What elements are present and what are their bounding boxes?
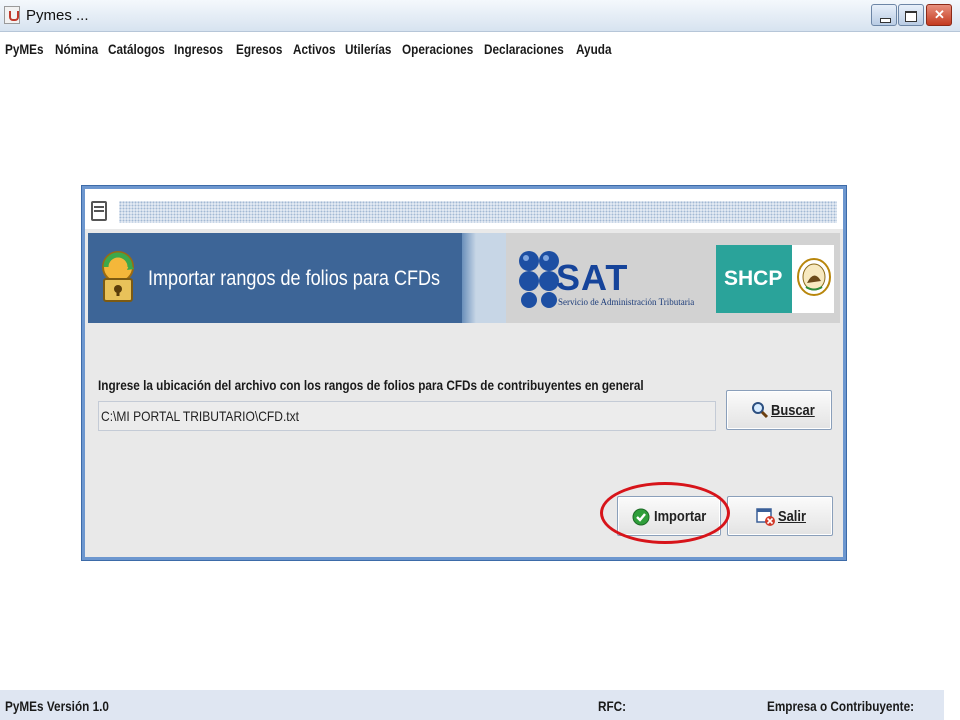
restore-button[interactable]: [898, 4, 924, 26]
app-window: Pymes ... PyMEs Nómina Catálogos Ingreso…: [0, 0, 960, 720]
rfc-label: RFC:: [598, 698, 627, 714]
sat-logo-subtitle: Servicio de Administración Tributaria: [558, 297, 695, 307]
menu-pymes[interactable]: PyMEs: [5, 41, 44, 57]
exit-window-icon: [756, 508, 775, 526]
menu-declaraciones[interactable]: Declaraciones: [484, 41, 564, 57]
sat-logo-text: SAT: [556, 257, 629, 298]
buscar-label: Buscar: [771, 402, 815, 419]
file-path-field[interactable]: [98, 401, 716, 431]
window-menu-icon[interactable]: [91, 201, 107, 221]
menu-egresos[interactable]: Egresos: [236, 41, 282, 57]
menubar: PyMEs Nómina Catálogos Ingresos Egresos …: [0, 33, 960, 65]
green-check-icon: [632, 508, 650, 526]
menu-ingresos[interactable]: Ingresos: [174, 41, 223, 57]
buscar-button[interactable]: Buscar: [726, 390, 832, 430]
dialog-titlebar[interactable]: [85, 189, 843, 229]
salir-label: Salir: [778, 508, 806, 525]
menu-operaciones[interactable]: Operaciones: [402, 41, 473, 57]
importar-label: Importar: [654, 508, 707, 525]
statusbar: PyMEs Versión 1.0 RFC: Empresa o Contrib…: [0, 690, 944, 720]
header-divider: [476, 233, 506, 323]
importar-button[interactable]: Importar: [617, 496, 721, 536]
dialog-drag-area[interactable]: [119, 201, 837, 223]
header-title-panel: Importar rangos de folios para CFDs: [88, 233, 476, 323]
menu-nomina[interactable]: Nómina: [55, 41, 98, 57]
window-titlebar: Pymes ...: [0, 0, 960, 32]
key-folder-icon: [102, 251, 134, 302]
menu-catalogos[interactable]: Catálogos: [108, 41, 165, 57]
salir-button[interactable]: Salir: [727, 496, 833, 536]
mexico-seal-icon: [797, 258, 831, 296]
close-button[interactable]: [926, 4, 952, 26]
import-folios-dialog: Importar rangos de folios para CFDs SAT …: [82, 186, 846, 560]
window-title: Pymes ...: [26, 7, 89, 24]
company-label: Empresa o Contribuyente:: [767, 698, 915, 714]
menu-utilerias[interactable]: Utilerías: [345, 41, 391, 57]
minimize-button[interactable]: [871, 4, 897, 26]
dialog-header-banner: Importar rangos de folios para CFDs SAT …: [88, 233, 840, 323]
menu-ayuda[interactable]: Ayuda: [576, 41, 612, 57]
shcp-logo-text: SHCP: [724, 267, 783, 290]
file-location-label: Ingrese la ubicación del archivo con los…: [98, 377, 644, 393]
magnifier-icon: [752, 402, 769, 419]
app-version-label: PyMEs Versión 1.0: [5, 698, 109, 714]
dialog-header-title: Importar rangos de folios para CFDs: [148, 267, 441, 290]
menu-activos[interactable]: Activos: [293, 41, 335, 57]
java-cup-icon: [4, 6, 20, 24]
